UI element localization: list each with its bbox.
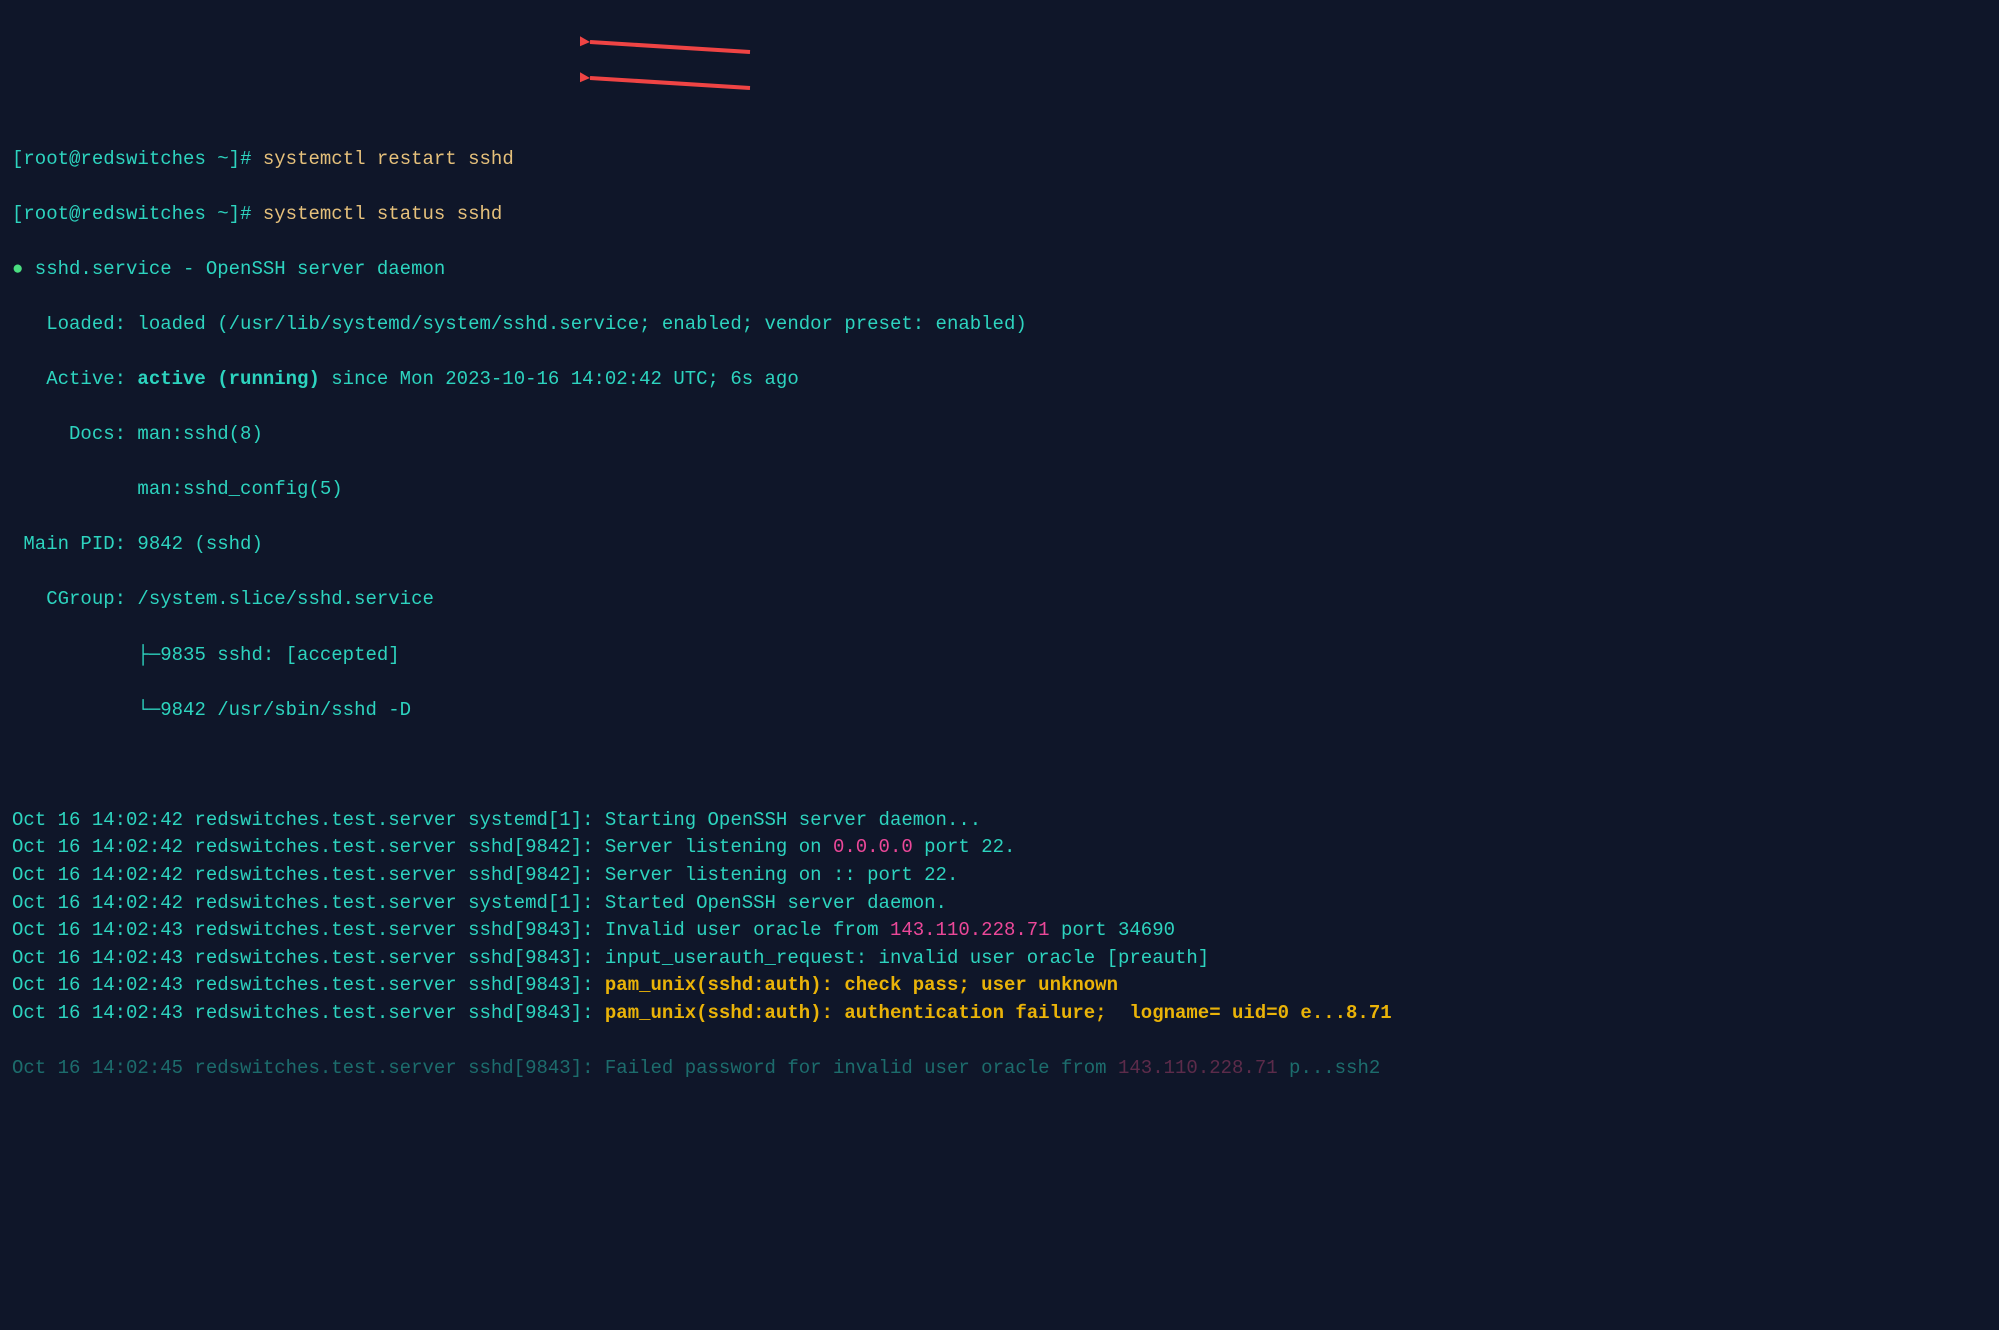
command-status: systemctl status sshd [263,203,502,225]
log-line: Oct 16 14:02:43 redswitches.test.server … [12,972,1987,1000]
log-message: input_userauth_request: invalid user ora… [605,947,1209,969]
log-timestamp: Oct 16 14:02:42 redswitches.test.server … [12,836,605,858]
cgroup-child-1-value: 9835 sshd: [accepted] [160,644,399,666]
log-message: Started OpenSSH server daemon. [605,892,947,914]
log-line: Oct 16 14:02:43 redswitches.test.server … [12,917,1987,945]
prompt-hash: # [240,148,263,170]
blank-line [12,752,1987,780]
active-line: Active: active (running) since Mon 2023-… [12,366,1987,394]
command-restart: systemctl restart sshd [263,148,514,170]
prompt-host: redswitches [80,148,205,170]
log-message: Server listening on :: port 22. [605,864,958,886]
log-ip: 0.0.0.0 [833,836,913,858]
cutoff-msg-b: p...ssh2 [1278,1057,1381,1079]
loaded-line: Loaded: loaded (/usr/lib/systemd/system/… [12,311,1987,339]
loaded-value: loaded (/usr/lib/systemd/system/sshd.ser… [137,313,1026,335]
prompt-close-bracket: ] [229,148,240,170]
prompt-close-bracket: ] [229,203,240,225]
prompt-at: @ [69,148,80,170]
active-since: since Mon 2023-10-16 14:02:42 UTC; 6s ag… [320,368,799,390]
docs-label: Docs: [12,423,137,445]
tree-branch-icon: ├─ [137,644,160,666]
cgroup-child-1: ├─9835 sshd: [accepted] [12,642,1987,670]
cgroup-child-2: └─9842 /usr/sbin/sshd -D [12,697,1987,725]
prompt-open-bracket: [ [12,148,23,170]
docs-value-1: man:sshd(8) [137,423,262,445]
pid-line: Main PID: 9842 (sshd) [12,531,1987,559]
log-timestamp: Oct 16 14:02:43 redswitches.test.server … [12,974,605,996]
prompt-user: root [23,203,69,225]
log-line: Oct 16 14:02:43 redswitches.test.server … [12,1000,1987,1028]
log-line: Oct 16 14:02:42 redswitches.test.server … [12,890,1987,918]
log-message: pam_unix(sshd:auth): check pass; user un… [605,974,1118,996]
log-message: Server listening on [605,836,833,858]
cutoff-ts: Oct 16 14:02:45 redswitches.test.server … [12,1057,605,1079]
tree-end-icon: └─ [137,699,160,721]
cutoff-ip: 143.110.228.71 [1118,1057,1278,1079]
prompt-path: ~ [206,148,229,170]
log-ip: 143.110.228.71 [890,919,1050,941]
arrow-annotation-2 [580,38,760,123]
cutoff-msg-a: Failed password for invalid user oracle … [605,1057,1118,1079]
pid-label: Main PID: [12,533,137,555]
prompt-open-bracket: [ [12,203,23,225]
command-line-status: [root@redswitches ~]# systemctl status s… [12,201,1987,229]
log-timestamp: Oct 16 14:02:43 redswitches.test.server … [12,1002,605,1024]
cgroup-child-2-value: 9842 /usr/sbin/sshd -D [160,699,411,721]
cgroup-line: CGroup: /system.slice/sshd.service [12,586,1987,614]
log-timestamp: Oct 16 14:02:42 redswitches.test.server … [12,809,605,831]
status-dot-icon: ● [12,258,23,280]
active-label: Active: [12,368,137,390]
pid-value: 9842 (sshd) [137,533,262,555]
prompt-path: ~ [206,203,229,225]
docs-line-2: man:sshd_config(5) [12,476,1987,504]
log-message: pam_unix(sshd:auth): authentication fail… [605,1002,1392,1024]
prompt-user: root [23,148,69,170]
log-timestamp: Oct 16 14:02:42 redswitches.test.server … [12,864,605,886]
loaded-label: Loaded: [12,313,137,335]
terminal-output: [root@redswitches ~]# systemctl restart … [12,118,1987,1110]
arrow-annotation-1 [580,2,760,87]
log-timestamp: Oct 16 14:02:42 redswitches.test.server … [12,892,605,914]
log-line: Oct 16 14:02:43 redswitches.test.server … [12,945,1987,973]
prompt-host: redswitches [80,203,205,225]
cutoff-line: Oct 16 14:02:45 redswitches.test.server … [12,1055,1987,1083]
log-tail: port 22. [913,836,1016,858]
log-line: Oct 16 14:02:42 redswitches.test.server … [12,834,1987,862]
log-message: Starting OpenSSH server daemon... [605,809,981,831]
log-timestamp: Oct 16 14:02:43 redswitches.test.server … [12,947,605,969]
cgroup-label: CGroup: [12,588,137,610]
log-tail: port 34690 [1050,919,1175,941]
active-value: active (running) [137,368,319,390]
command-line-restart: [root@redswitches ~]# systemctl restart … [12,146,1987,174]
service-header: ● sshd.service - OpenSSH server daemon [12,256,1987,284]
log-timestamp: Oct 16 14:02:43 redswitches.test.server … [12,919,605,941]
docs-pad [12,478,137,500]
cgroup-value: /system.slice/sshd.service [137,588,433,610]
log-line: Oct 16 14:02:42 redswitches.test.server … [12,862,1987,890]
service-name: sshd.service - OpenSSH server daemon [23,258,445,280]
log-message: Invalid user oracle from [605,919,890,941]
docs-value-2: man:sshd_config(5) [137,478,342,500]
prompt-hash: # [240,203,263,225]
docs-line-1: Docs: man:sshd(8) [12,421,1987,449]
log-line: Oct 16 14:02:42 redswitches.test.server … [12,807,1987,835]
prompt-at: @ [69,203,80,225]
